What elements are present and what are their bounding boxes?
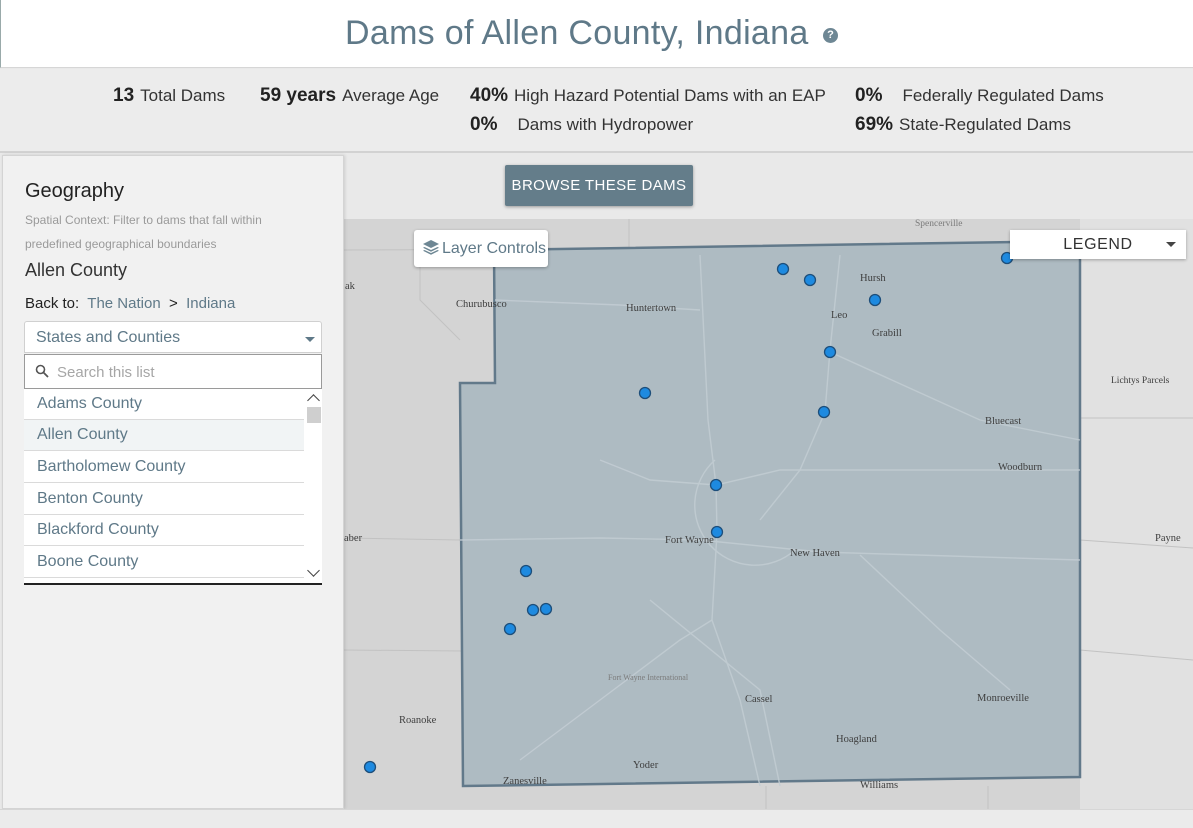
stat-label: Dams with Hydropower [517,115,694,134]
stat-total-dams: 13 Total Dams [113,85,225,107]
breadcrumb-separator: > [169,295,178,312]
panel-title: Geography [25,180,124,202]
chevron-down-icon [1166,242,1176,247]
place-label: Payne [1155,533,1181,544]
place-label: Fort Wayne [665,535,714,546]
help-circle-icon[interactable]: ? [823,28,838,43]
place-label: Fort Wayne International [608,673,689,682]
footer-bar [0,809,1193,828]
dam-marker[interactable] [868,293,882,307]
map[interactable]: Spencerville Hursh Leo Grabill Churubusc… [344,219,1193,809]
layer-controls-label: Layer Controls [442,240,547,257]
stat-high-hazard-eap: 40% High Hazard Potential Dams with an EA… [470,85,826,107]
search-icon [35,364,49,378]
dam-marker[interactable] [363,760,377,774]
legend-label: LEGEND [1063,236,1133,253]
dam-marker[interactable] [823,345,837,359]
place-label: Cassel [745,694,772,705]
place-label: Leo [831,310,847,321]
geography-type-select[interactable]: States and Counties [24,321,322,353]
scrollbar-thumb[interactable] [307,407,321,423]
stat-label: Average Age [342,86,440,105]
stat-value: 0% [470,114,498,135]
dam-marker[interactable] [539,602,553,616]
stat-federally-regulated: 0% Federally Regulated Dams [855,85,1104,107]
legend-dropdown[interactable]: LEGEND [1010,230,1186,259]
place-label: Grabill [872,328,902,339]
map-canvas[interactable]: Spencerville Hursh Leo Grabill Churubusc… [344,219,1193,809]
stat-value: 40% [470,85,509,106]
stat-hydropower: 0% Dams with Hydropower [470,114,693,136]
dam-marker[interactable] [803,273,817,287]
geography-type-value: States and Counties [36,329,181,346]
place-label: Churubusco [456,299,507,310]
dam-marker[interactable] [519,564,533,578]
county-list: Adams County Allen County Bartholomew Co… [24,389,322,585]
dam-marker[interactable] [710,525,724,539]
place-label: Hursh [860,273,886,284]
page-title: Dams of Allen County, Indiana [345,14,809,52]
page-header: Dams of Allen County, Indiana ? [0,0,1193,68]
dam-marker[interactable] [776,262,790,276]
chevron-down-icon [305,337,315,342]
list-item[interactable]: Benton County [24,484,304,515]
breadcrumb: Back to: The Nation > Indiana [25,295,235,312]
place-label: Spencerville [915,219,962,229]
browse-dams-button[interactable]: BROWSE THESE DAMS [505,165,693,206]
place-label: Huntertown [626,303,677,314]
place-label: Yoder [633,760,659,771]
stat-value: 13 [113,85,135,106]
stat-value: 69% [855,114,894,135]
dam-marker[interactable] [817,405,831,419]
list-item[interactable]: Bartholomew County [24,452,304,483]
back-to-label: Back to: [25,295,80,312]
list-item[interactable]: Blackford County [24,515,304,546]
panel-subtitle: Spatial Context: Filter to dams that fal… [25,213,262,251]
dam-marker[interactable] [503,622,517,636]
dam-marker[interactable] [526,603,540,617]
layers-icon [423,240,439,255]
list-item-selected[interactable]: Allen County [24,420,304,451]
chevron-up-icon[interactable] [307,394,320,407]
search-input[interactable] [55,359,314,385]
breadcrumb-nation-link[interactable]: The Nation [87,295,160,312]
place-label: Bluecast [985,416,1021,427]
current-geography: Allen County [25,260,128,280]
geography-panel: Geography Spatial Context: Filter to dam… [2,155,344,809]
list-item[interactable]: Adams County [24,389,304,420]
stat-state-regulated: 69% State-Regulated Dams [855,114,1071,136]
dam-marker[interactable] [709,478,723,492]
stat-value: 0% [855,85,883,106]
stat-value: 59 years [260,85,337,106]
stat-label: Federally Regulated Dams [902,86,1104,105]
place-label: aber [344,533,363,544]
stat-average-age: 59 years Average Age [260,85,439,107]
place-label: Williams [860,780,898,791]
place-label: Zanesville [503,776,547,787]
breadcrumb-indiana-link[interactable]: Indiana [186,295,235,312]
stat-label: State-Regulated Dams [899,115,1072,134]
place-label: New Haven [790,548,841,559]
list-search [24,354,322,389]
layer-controls-button[interactable]: Layer Controls [414,230,548,267]
stat-label: Total Dams [140,86,226,105]
place-label: ak [345,281,356,292]
place-label: Woodburn [998,462,1043,473]
stat-label: High Hazard Potential Dams with an EAP [514,86,826,105]
place-label: Lichtys Parcels [1111,376,1170,386]
chevron-down-icon[interactable] [307,564,320,577]
place-label: Monroeville [977,693,1029,704]
list-item[interactable]: Boone County [24,547,304,578]
place-label: Hoagland [836,734,878,745]
stats-bar: 13 Total Dams 59 years Average Age 40% High… [0,69,1193,153]
dam-marker[interactable] [638,386,652,400]
place-label: Roanoke [399,715,437,726]
list-scrollbar[interactable] [306,389,322,583]
